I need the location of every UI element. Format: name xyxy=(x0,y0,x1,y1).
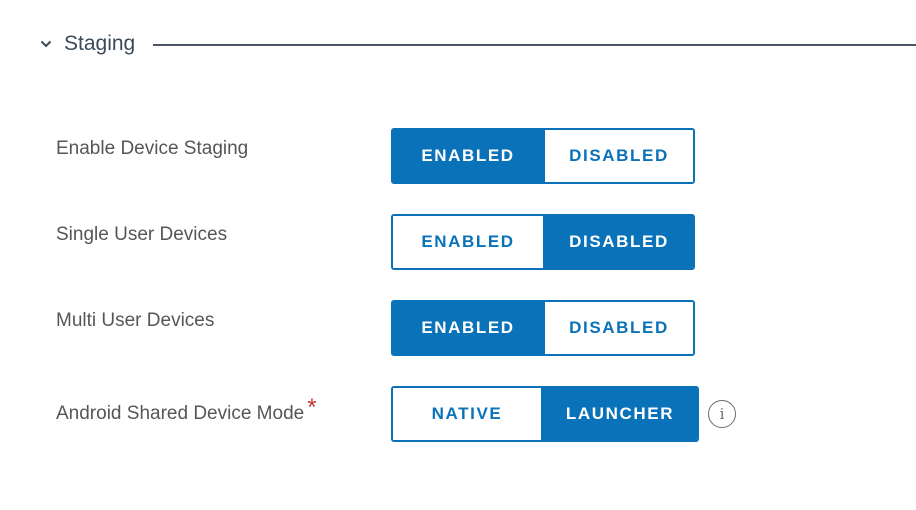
single-user-devices-toggle: ENABLED DISABLED xyxy=(391,214,695,270)
single-user-devices-enabled-option[interactable]: ENABLED xyxy=(393,216,543,268)
enable-device-staging-enabled-option[interactable]: ENABLED xyxy=(393,130,543,182)
android-shared-device-mode-native-option[interactable]: NATIVE xyxy=(393,388,541,440)
single-user-devices-label: Single User Devices xyxy=(56,224,228,245)
multi-user-devices-toggle: ENABLED DISABLED xyxy=(391,300,695,356)
chevron-down-icon[interactable] xyxy=(38,36,54,52)
android-shared-device-mode-label: Android Shared Device Mode * xyxy=(56,394,317,426)
row-android-shared-device-mode: Android Shared Device Mode * NATIVE LAUNC… xyxy=(56,386,916,442)
android-shared-device-mode-toggle: NATIVE LAUNCHER xyxy=(391,386,699,442)
multi-user-devices-disabled-option[interactable]: DISABLED xyxy=(543,302,693,354)
section-divider xyxy=(153,43,916,46)
staging-settings-page: Staging Enable Device Staging ENABLED DI… xyxy=(0,0,916,510)
section-title: Staging xyxy=(64,32,136,55)
row-multi-user-devices: Multi User Devices ENABLED DISABLED xyxy=(56,300,916,356)
single-user-devices-disabled-option[interactable]: DISABLED xyxy=(543,216,693,268)
row-enable-device-staging: Enable Device Staging ENABLED DISABLED xyxy=(56,128,916,184)
enable-device-staging-disabled-option[interactable]: DISABLED xyxy=(543,130,693,182)
android-shared-device-mode-launcher-option[interactable]: LAUNCHER xyxy=(541,388,697,440)
row-single-user-devices: Single User Devices ENABLED DISABLED xyxy=(56,214,916,270)
required-asterisk: * xyxy=(307,394,317,421)
enable-device-staging-toggle: ENABLED DISABLED xyxy=(391,128,695,184)
section-header-staging[interactable]: Staging xyxy=(38,24,916,64)
multi-user-devices-label: Multi User Devices xyxy=(56,310,215,331)
enable-device-staging-label: Enable Device Staging xyxy=(56,138,249,159)
info-icon[interactable]: i xyxy=(708,400,736,428)
multi-user-devices-enabled-option[interactable]: ENABLED xyxy=(393,302,543,354)
android-shared-device-mode-text: Android Shared Device Mode xyxy=(56,403,305,424)
